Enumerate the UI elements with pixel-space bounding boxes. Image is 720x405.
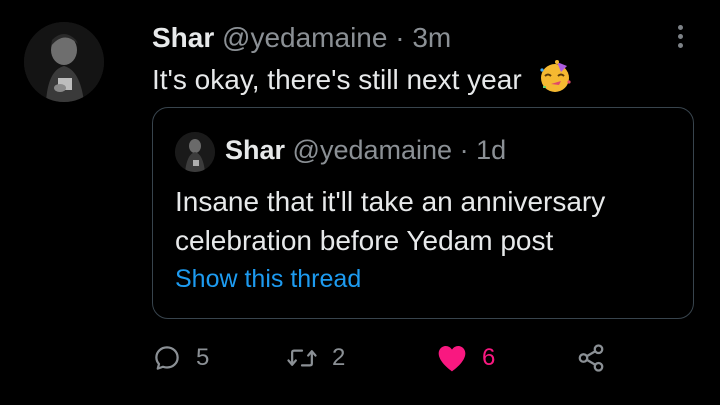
quoted-text: Insane that it'll take an anniversary ce…	[175, 186, 606, 256]
tweet-text-line: It's okay, there's still next year	[152, 58, 573, 105]
heart-icon	[438, 346, 466, 372]
show-thread-link[interactable]: Show this thread	[175, 262, 361, 296]
quoted-author-name[interactable]: Shar	[225, 135, 285, 165]
like-button[interactable]: 6	[436, 334, 495, 382]
more-options-button[interactable]	[668, 20, 692, 52]
tweet-text: It's okay, there's still next year	[152, 63, 522, 95]
tweet-header: Shar @yedamaine · 3m	[152, 18, 451, 58]
timestamp[interactable]: 3m	[412, 22, 451, 53]
quoted-tweet[interactable]: Shar @yedamaine · 1d Insane that it'll t…	[152, 107, 694, 319]
retweet-icon	[287, 349, 317, 367]
like-count: 6	[482, 344, 496, 371]
retweet-button[interactable]: 2	[286, 334, 345, 382]
reply-button[interactable]: 5	[152, 334, 209, 382]
quoted-timestamp[interactable]: 1d	[476, 135, 506, 165]
more-dot-icon	[677, 42, 683, 48]
quoted-header: Shar @yedamaine · 1d	[225, 130, 506, 170]
separator: ·	[395, 22, 405, 53]
partying-face-emoji-icon	[537, 58, 573, 105]
quoted-author-handle[interactable]: @yedamaine	[293, 135, 453, 165]
quoted-avatar[interactable]	[175, 132, 215, 172]
author-name[interactable]: Shar	[152, 22, 214, 53]
author-handle[interactable]: @yedamaine	[222, 22, 387, 53]
reply-count: 5	[196, 344, 210, 371]
action-bar: 5 2 6	[152, 334, 672, 382]
reply-icon	[155, 346, 179, 370]
share-button[interactable]	[576, 334, 606, 382]
share-icon	[578, 344, 604, 372]
more-dot-icon	[677, 24, 683, 30]
more-dot-icon	[677, 33, 683, 39]
retweet-count: 2	[332, 344, 346, 371]
quoted-avatar-photo-icon	[175, 132, 215, 172]
avatar-photo-icon	[24, 22, 104, 102]
tweet: Shar @yedamaine · 3m It's okay, there's …	[0, 0, 720, 405]
quoted-separator: ·	[459, 135, 469, 165]
avatar[interactable]	[24, 22, 104, 102]
